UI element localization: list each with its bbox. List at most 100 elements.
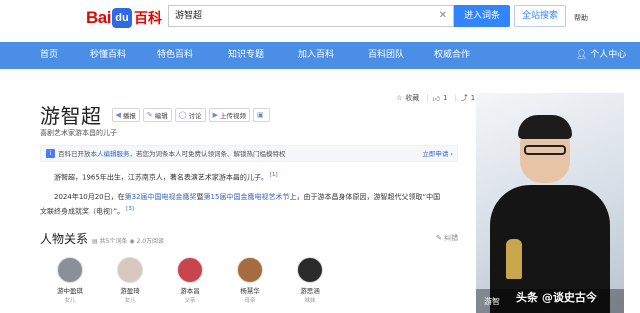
person-relation: 妹妹 [304,298,316,304]
baidu-baike-logo[interactable]: Bai du 百科 [86,6,162,30]
main-nav: 首页 秒懂百科 特色百科 知识专题 加入百科 百科团队 权威合作 👤︎ 个人中心 [0,42,640,69]
relation-person[interactable]: 游中盈琪 女儿 [50,257,90,304]
relations-meta: ▤ 共5个词条 ◉ 2.0万阅读 [92,236,164,245]
doc-icon: ▤ [92,238,100,245]
edit-button[interactable]: ✎ 编辑 [142,107,172,122]
person-relation: 父亲 [184,298,196,304]
like-count: 1 [442,94,448,102]
relation-person[interactable]: 游本昌 父亲 [170,257,210,304]
entry-actions: ☆ 收藏 | 👍︎ 1 | ⤴ 1 [396,93,478,103]
video-icon: ▶ [212,110,218,119]
pencil-icon: ✎ [436,234,445,242]
person-relation: 女儿 [64,298,76,304]
user-center-link[interactable]: 👤︎ 个人中心 [576,42,626,69]
header: Bai du 百科 ✕ 进入词条 全站搜索 帮助 [0,0,640,42]
clear-icon[interactable]: ✕ [439,9,447,23]
broadcast-label: 播报 [122,111,136,120]
collect-label[interactable]: 收藏 [405,93,419,103]
nav-item-miaodong[interactable]: 秒懂百科 [90,42,126,69]
share-icon[interactable]: ⤴ [461,93,468,103]
nav-item-home[interactable]: 首页 [40,42,58,69]
search-input[interactable] [175,6,425,26]
relation-person[interactable]: 游盈琦 女儿 [110,257,150,304]
entry-subtitle: 喜剧艺术家游本昌的儿子 [40,129,117,137]
site-search-button[interactable]: 全站搜索 [514,5,566,27]
discuss-button[interactable]: ◯ 讨论 [174,107,206,122]
notice-text: 百科已开放本人编辑服务，若您为词条本人可免费认领词条、解锁热门榀模特权 [58,146,286,162]
avatar [297,257,323,283]
chat-icon: ◯ [178,110,187,119]
thumb-up-icon[interactable]: 👍︎ [433,94,440,103]
entry-count: 共5个词条 [99,238,128,245]
nav-item-team[interactable]: 百科团队 [368,42,404,69]
upload-video-button[interactable]: ▶ 上传视频 [208,107,250,122]
share-count: 1 [470,94,476,102]
page-title: 游智超 [40,104,102,128]
reference-link[interactable]: [1] [270,172,278,178]
golden-eagle-festival-link[interactable]: 第15届中国金鹰电视艺术节 [204,193,290,201]
help-link[interactable]: 帮助 [574,13,588,23]
reference-link[interactable]: [3] [126,206,134,212]
claim-notice: i 百科已开放本人编辑服务，若您为词条本人可免费认领词条、解锁热门榀模特权 立即… [40,145,458,162]
nav-item-topics[interactable]: 知识专题 [228,42,264,69]
apply-now-link[interactable]: 立即申请 › [422,146,453,162]
nav-item-join[interactable]: 加入百科 [298,42,334,69]
event-text-b: 暨 [196,193,204,201]
avatar [117,257,143,283]
event-text-a: 2024年10月20日，在 [54,193,125,201]
notice-prefix: 百科已开放 [58,150,91,158]
relations-title: 人物关系 [40,232,89,246]
event-paragraph: 2024年10月20日，在第32届中国电视金鹰奖暨第15届中国金鹰电视艺术节上，… [54,191,440,203]
watermark: 头条 @谈史古今 [516,291,597,304]
notice-body: ，若您为词条本人可免费认领词条、解锁热门榀模特权 [129,150,286,158]
person-name: 游思涵 [300,287,320,295]
avatar [237,257,263,283]
photo-figure-hair [518,115,572,139]
person-name: 杨慧华 [240,287,260,295]
read-count: 2.0万阅读 [136,238,165,245]
paw-icon: du [111,8,132,28]
divider: | [426,94,429,102]
enter-entry-button[interactable]: 进入词条 [454,5,510,27]
info-icon: i [46,149,55,158]
avatar [57,257,83,283]
logo-text: Bai [86,8,111,27]
person-relation: 女儿 [124,298,136,304]
entry-photo[interactable]: 游智 [476,93,624,313]
intro-text: 游智超，1965年出生，江苏南京人，著名表演艺术家游本昌的儿子。 [54,173,268,182]
discuss-label: 讨论 [188,111,202,120]
user-center-label: 个人中心 [590,50,627,60]
speaker-icon: ◀ [115,110,121,119]
title-row: 游智超 ◀ 播报 ✎ 编辑 ◯ 讨论 ▶ 上传视频 ▣ [40,100,270,129]
relation-person[interactable]: 杨慧华 母亲 [230,257,270,304]
event-text-c: 上，由于游本昌身体原因，游智超代父领取“中国 [289,193,441,201]
photo-figure-glasses [524,145,566,155]
logo-baike-text: 百科 [133,10,162,26]
edit-label: 编辑 [154,111,168,120]
nav-item-cooperation[interactable]: 权威合作 [434,42,470,69]
event-text-d: 文联终身成就奖（电视）”。 [40,207,125,216]
more-button[interactable]: ▣ [253,107,270,122]
correction-label: 纠错 [444,234,459,242]
avatar [177,257,203,283]
trophy-shape [506,239,522,279]
person-name: 游本昌 [180,287,200,295]
nav-item-featured[interactable]: 特色百科 [157,42,193,69]
golden-eagle-award-link[interactable]: 第32届中国电视金鹰奖 [125,193,197,201]
photo-caption: 游智 [484,297,500,306]
intro-paragraph: 游智超，1965年出生，江苏南京人，著名表演艺术家游本昌的儿子。 [1] [54,169,278,183]
search-box[interactable]: ✕ [168,5,454,27]
person-name: 游中盈琪 [57,287,83,295]
self-edit-link[interactable]: 本人编辑服务 [91,150,130,158]
event-paragraph-cont: 文联终身成就奖（电视）”。 [3] [40,203,134,217]
correction-link[interactable]: ✎ 纠错 [436,233,458,243]
person-relation: 母亲 [244,298,256,304]
upload-video-label: 上传视频 [220,111,246,120]
pencil-icon: ✎ [146,110,153,119]
person-name: 游盈琦 [120,287,140,295]
user-icon: 👤︎ [576,50,591,60]
relation-person[interactable]: 游思涵 妹妹 [290,257,330,304]
star-icon[interactable]: ☆ [396,94,402,102]
divider: | [454,94,457,102]
broadcast-button[interactable]: ◀ 播报 [111,107,140,122]
